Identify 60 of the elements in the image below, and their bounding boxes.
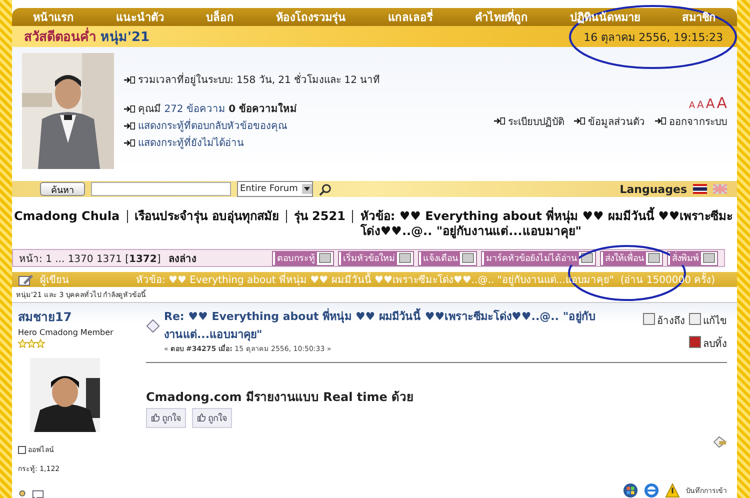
arrow-page-icon	[124, 104, 135, 112]
browser-icon	[644, 483, 659, 498]
arrow-page-icon	[124, 138, 135, 146]
member-rank: Hero Cmadong Member	[18, 328, 114, 337]
user-link[interactable]: แสดงกระทู้ที่ยังไม่ได้อ่าน	[138, 135, 244, 150]
star-icon	[36, 339, 45, 348]
toolbar-button[interactable]: เริ่มหัวข้อใหม่	[338, 250, 414, 266]
arrow-page-icon	[574, 117, 585, 125]
toolbar-button[interactable]: ตอบกระทู้	[272, 250, 334, 266]
arrow-page-icon	[655, 117, 666, 125]
search-icon[interactable]	[318, 182, 332, 196]
thumbs-up-icon	[197, 413, 206, 422]
like-button[interactable]: ถูกใจ	[192, 408, 232, 428]
message-status: คุณมี 272 ข้อความ 0 ข้อความใหม่	[138, 102, 298, 116]
arrow-page-icon	[494, 117, 505, 125]
report-icon[interactable]	[713, 436, 727, 448]
toolbar-button[interactable]: มาร์คหัวข้อยังไม่ได้อ่าน	[481, 250, 596, 266]
post-action[interactable]: แก้ไข	[689, 313, 727, 332]
post-icon	[146, 319, 160, 333]
star-icon	[27, 339, 36, 348]
post-body: Cmadong.com มีรายงานแบบ Real time ด้วย	[146, 389, 415, 406]
account-link[interactable]: ข้อมูลส่วนตัว	[588, 114, 645, 128]
greeting-text: สวัสดีตอนค่ำ หนุ่ม'21	[24, 26, 150, 47]
online-time: รวมเวลาที่อยู่ในระบบ: 158 วัน, 21 ชั่วโมงและ 12 นาที	[138, 72, 380, 87]
like-button[interactable]: ถูกใจ	[146, 408, 186, 428]
author-label: ผู้เขียน	[40, 274, 70, 287]
toolbar-button[interactable]: สั่งพิมพ์	[667, 250, 718, 266]
post-action[interactable]: อ้างถึง	[643, 313, 685, 332]
dropdown-arrow-icon[interactable]	[302, 184, 312, 194]
warning-icon[interactable]	[665, 483, 680, 498]
scope-dropdown[interactable]: Entire Forum	[237, 181, 313, 197]
font-size-link[interactable]: A	[696, 100, 704, 110]
topic-title: หัวข้อ: ♥♥ Everything about พี่หนุ่ม ♥♥ ผมมีวันนี้ ♥♥เพราะซีมะโด่ง♥♥..@.. "อยู่กับงานแต่...แอบมาคุย"	[360, 209, 735, 239]
user-link[interactable]: แสดงกระทู้ที่ตอบกลับหัวข้อของคุณ	[138, 118, 287, 133]
toolbar-button[interactable]: แจ้งเตือน	[418, 250, 477, 266]
search-field[interactable]	[91, 182, 231, 196]
account-link[interactable]: ออกจากระบบ	[669, 114, 727, 128]
page-links[interactable]: หน้า: 1 ... 1370 1371 [1372]	[19, 250, 161, 266]
search-button[interactable]: ค้นหา	[40, 182, 85, 196]
author-name[interactable]: สมชาย17	[18, 307, 128, 326]
font-size-link[interactable]: A	[688, 100, 695, 110]
date-time: 16 ตุลาคม 2556, 19:15:23	[584, 30, 723, 46]
star-icon	[18, 339, 27, 348]
breadcrumb-link[interactable]: เรือนประจำรุ่น อบอุ่นทุกสมัย	[134, 209, 279, 224]
bottom-link[interactable]: ลงล่าง	[168, 250, 197, 266]
account-link[interactable]: ระเบียบปฏิบัติ	[508, 114, 564, 128]
thumbs-up-icon	[151, 413, 160, 422]
languages-label: Languages	[620, 182, 687, 196]
font-size-link[interactable]: A	[706, 96, 715, 112]
post-title[interactable]: Re: ♥♥ Everything about พี่หนุ่ม ♥♥ ผมมีวันนี้ ♥♥เพราะซีมะโด่ง♥♥..@.. "อยู่กับงานแต่...แอบมาคุย"	[164, 307, 613, 343]
breadcrumb-link[interactable]: รุ่น 2521	[294, 209, 346, 224]
breadcrumb-link[interactable]: Cmadong Chula	[14, 209, 120, 224]
arrow-page-icon	[124, 122, 135, 130]
pencil-icon	[18, 272, 34, 286]
arrow-page-icon	[124, 76, 135, 84]
windows-icon	[623, 483, 638, 498]
thai-flag-icon[interactable]	[693, 184, 707, 194]
toolbar-button[interactable]: ส่งให้เพื่อน	[600, 250, 663, 266]
post-action[interactable]: ลบทิ้ง	[689, 336, 727, 354]
font-size-link[interactable]: A	[716, 94, 727, 112]
